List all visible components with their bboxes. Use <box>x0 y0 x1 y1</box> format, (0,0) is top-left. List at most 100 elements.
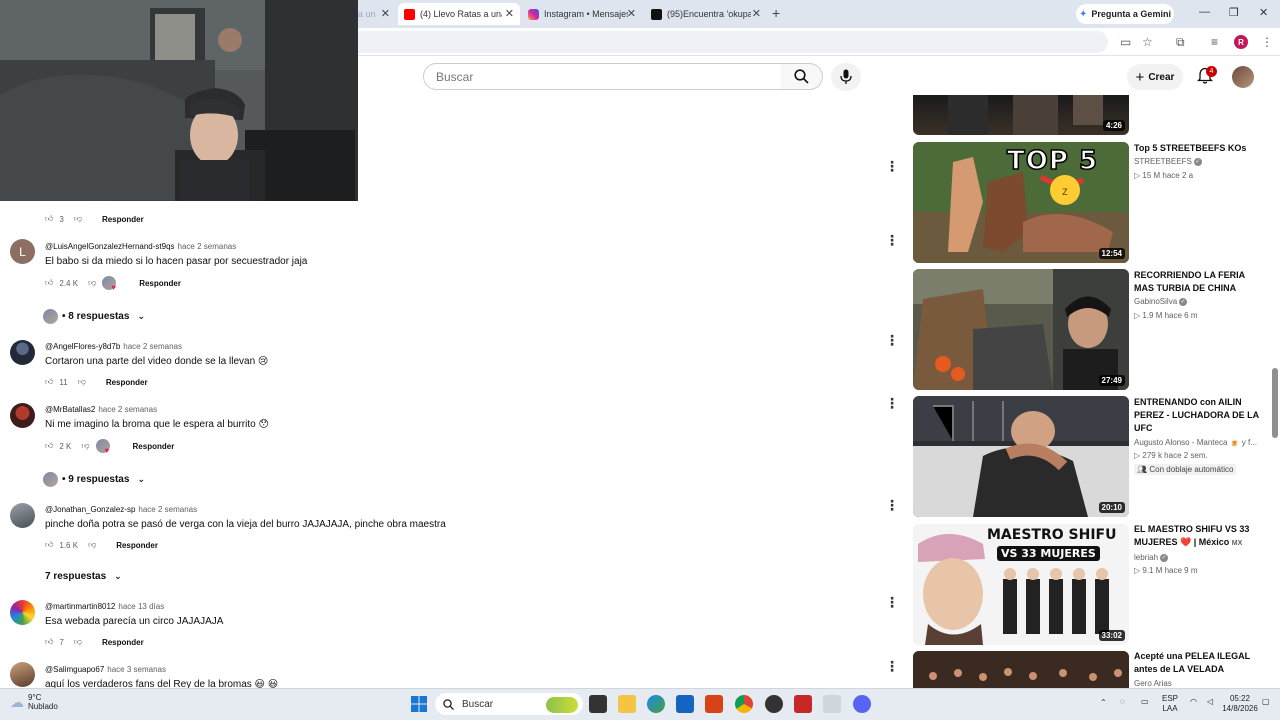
like-icon[interactable]: 👍︎ <box>45 637 53 647</box>
file-explorer-icon[interactable] <box>618 695 636 713</box>
video-channel[interactable]: Gero Arias <box>1134 679 1172 688</box>
close-icon[interactable]: ✕ <box>381 7 390 20</box>
window-close-icon[interactable]: ✕ <box>1259 6 1268 19</box>
video-thumbnail[interactable]: 20:10 <box>913 396 1129 517</box>
language-indicator[interactable]: ESP LAA <box>1162 694 1178 714</box>
search-button[interactable] <box>781 63 823 90</box>
comment-avatar[interactable] <box>10 403 35 428</box>
user-avatar[interactable] <box>1232 66 1254 88</box>
minimize-icon[interactable]: — <box>1199 6 1210 18</box>
menu-icon[interactable]: ⋮ <box>1261 35 1273 49</box>
reply-button[interactable]: Responder <box>102 215 144 224</box>
reply-button[interactable]: Responder <box>116 541 158 550</box>
browser-profile-avatar[interactable]: R <box>1234 35 1248 49</box>
view-replies-button[interactable]: 7 respuestas ⌄ <box>45 568 122 584</box>
channel-name[interactable]: STREETBEEFS <box>1134 157 1192 166</box>
reply-button[interactable]: Responder <box>102 638 144 647</box>
restore-icon[interactable]: ❐ <box>1229 6 1239 19</box>
gemini-button[interactable]: ✦ Pregunta a Gemini <box>1076 4 1174 24</box>
like-icon[interactable]: 👍︎ <box>45 540 53 550</box>
comment-author[interactable]: @Jonathan_Gonzalez-sp hace 2 semanas <box>45 505 197 514</box>
clock[interactable]: 05:22 14/8/2026 <box>1222 694 1258 714</box>
scrollbar-thumb[interactable] <box>1272 368 1278 438</box>
close-icon[interactable]: ✕ <box>752 7 761 20</box>
windows-start-icon[interactable] <box>411 696 427 712</box>
comment-menu-icon[interactable]: ⋮ <box>885 595 899 609</box>
comment-menu-icon[interactable]: ⋮ <box>885 233 899 247</box>
comment-author[interactable]: @Salimguapo67 hace 3 semanas <box>45 665 166 674</box>
video-title[interactable]: RECORRIENDO LA FERIA MAS TURBIA DE CHINA <box>1134 269 1266 295</box>
comment-username[interactable]: @LuisAngelGonzalezHernand-st9qs <box>45 242 175 251</box>
video-title[interactable]: Acepté una PELEA ILEGAL antes de LA VELA… <box>1134 650 1266 676</box>
comment-menu-icon[interactable]: ⋮ <box>885 659 899 673</box>
address-bar[interactable] <box>358 31 1108 53</box>
comment-avatar[interactable] <box>10 340 35 365</box>
comment-username[interactable]: @AngelFlores-y8d7b <box>45 342 120 351</box>
dislike-icon[interactable]: 👎︎ <box>81 441 89 451</box>
comment-author[interactable]: @martinmartin8012 hace 13 días <box>45 602 164 611</box>
reply-button[interactable]: Responder <box>133 442 175 451</box>
extensions-icon[interactable]: ⧉ <box>1176 35 1185 50</box>
video-channel[interactable]: GabinoSilva ✓ <box>1134 297 1188 306</box>
view-replies-button[interactable]: • 9 respuestas ⌄ <box>43 471 145 487</box>
reading-list-icon[interactable]: ≡ <box>1211 35 1218 49</box>
bookmark-star-icon[interactable]: ☆ <box>1142 35 1153 49</box>
like-icon[interactable]: 👍︎ <box>45 278 53 288</box>
tab-previous[interactable]: a un ✕ <box>352 3 396 25</box>
video-thumbnail[interactable]: MAESTRO SHIFU VS 33 MUJERES 33:02 <box>913 524 1129 645</box>
reply-button[interactable]: Responder <box>106 378 148 387</box>
wifi-icon[interactable]: ◠ <box>1190 697 1197 707</box>
task-view-icon[interactable] <box>589 695 607 713</box>
channel-name[interactable]: lebriah <box>1134 553 1158 562</box>
comment-avatar[interactable]: L <box>10 239 35 264</box>
video-thumbnail[interactable]: 27:49 <box>913 269 1129 390</box>
notification-center-icon[interactable]: ▢ <box>1262 697 1270 707</box>
comment-menu-icon[interactable]: ⋮ <box>885 159 899 173</box>
like-icon[interactable]: 👍︎ <box>45 441 53 451</box>
video-title[interactable]: EL MAESTRO SHIFU VS 33 MUJERES ❤️ | Méxi… <box>1134 523 1266 550</box>
comment-avatar[interactable] <box>10 600 35 625</box>
reply-button[interactable]: Responder <box>139 279 181 288</box>
dislike-icon[interactable]: 👎︎ <box>74 637 82 647</box>
volume-icon[interactable]: ◁ <box>1207 697 1213 707</box>
video-thumbnail[interactable] <box>913 651 1129 688</box>
comment-author[interactable]: @MrBatallas2 hace 2 semanas <box>45 405 157 414</box>
discord-icon[interactable] <box>853 695 871 713</box>
comment-author[interactable]: @AngelFlores-y8d7b hace 2 semanas <box>45 342 182 351</box>
comment-avatar[interactable] <box>10 503 35 528</box>
chevron-up-icon[interactable]: ⌃ <box>1100 698 1107 708</box>
comment-menu-icon[interactable]: ⋮ <box>885 498 899 512</box>
comment-username[interactable]: @MrBatallas2 <box>45 405 95 414</box>
search-highlight-icon[interactable] <box>546 697 578 713</box>
video-thumbnail[interactable]: z TOP 5 12:54 <box>913 142 1129 263</box>
network-icon[interactable]: ◌ <box>1120 697 1125 707</box>
dislike-icon[interactable]: 👎︎ <box>88 278 96 288</box>
view-replies-button[interactable]: • 8 respuestas ⌄ <box>43 308 145 324</box>
video-channel[interactable]: STREETBEEFS ✓ <box>1134 157 1202 166</box>
comment-author[interactable]: @LuisAngelGonzalezHernand-st9qs hace 2 se… <box>45 242 236 251</box>
notepad-icon[interactable] <box>823 695 841 713</box>
app-icon[interactable] <box>765 695 783 713</box>
weather-widget[interactable]: ☁ 9°C Nublado <box>10 693 58 711</box>
like-icon[interactable]: 👍︎ <box>45 377 53 387</box>
video-thumbnail[interactable]: 4:26 <box>913 95 1129 135</box>
powerpoint-icon[interactable] <box>705 695 723 713</box>
close-icon[interactable]: ✕ <box>505 7 514 20</box>
video-title[interactable]: Top 5 STREETBEEFS KOs <box>1134 142 1266 155</box>
comment-menu-icon[interactable]: ⋮ <box>885 396 899 410</box>
cast-icon[interactable]: ▭ <box>1120 35 1131 49</box>
channel-name[interactable]: GabinoSilva <box>1134 297 1177 306</box>
app-icon[interactable] <box>794 695 812 713</box>
new-tab-button[interactable]: + <box>772 5 780 21</box>
edge-icon[interactable] <box>647 695 665 713</box>
search-input[interactable]: Buscar <box>423 63 782 90</box>
voice-search-button[interactable] <box>831 63 861 91</box>
comment-username[interactable]: @Salimguapo67 <box>45 665 104 674</box>
video-channel[interactable]: Augusto Alonso - Manteca 🍺 y f... <box>1134 438 1264 447</box>
store-icon[interactable] <box>676 695 694 713</box>
close-icon[interactable]: ✕ <box>627 7 636 20</box>
dislike-icon[interactable]: 👎︎ <box>78 377 86 387</box>
video-channel[interactable]: lebriah ✓ <box>1134 553 1169 562</box>
tab-youtube[interactable]: (4) Llevo Ratas a una ✕ <box>398 3 520 25</box>
comment-username[interactable]: @martinmartin8012 <box>45 602 115 611</box>
